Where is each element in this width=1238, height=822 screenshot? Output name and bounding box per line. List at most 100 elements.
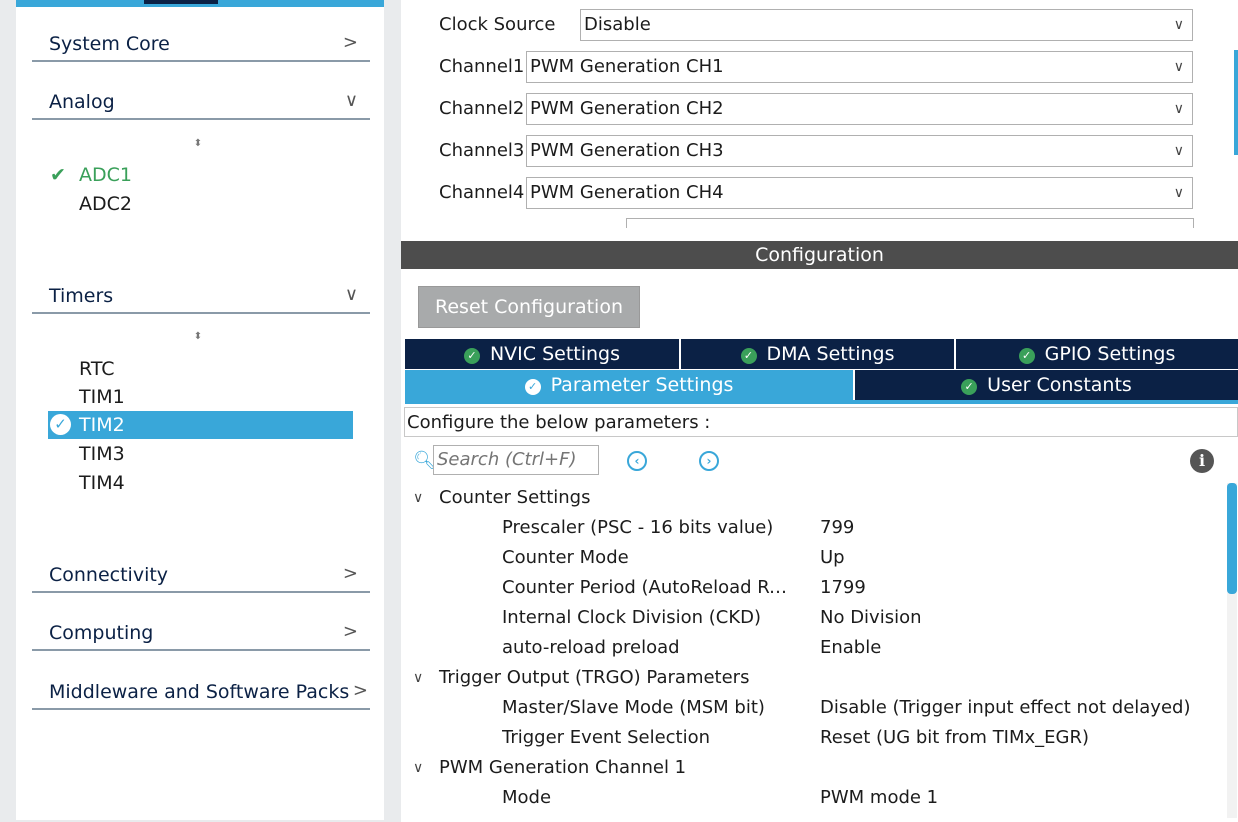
param-value: No Division [820,607,922,628]
peripheral-label: TIM2 [79,414,125,436]
param-row[interactable]: Mode PWM mode 1 [401,783,1221,813]
chevron-down-icon: ∨ [344,284,358,305]
peripheral-item-tim4[interactable]: TIM4 [79,470,125,496]
tab-label: NVIC Settings [489,343,621,365]
chevron-down-icon: ∨ [413,760,424,776]
check-circle-icon: ✓ [463,348,480,364]
param-value: 799 [820,517,855,538]
category-label: Connectivity [49,564,169,586]
param-row[interactable]: Internal Clock Division (CKD) No Divisio… [401,603,1221,633]
param-value: Up [820,547,845,568]
chevron-right-icon: > [342,563,358,584]
left-panel-top-tab[interactable] [144,0,218,4]
configuration-header: Configuration [401,241,1238,269]
param-name: Prescaler (PSC - 16 bits value) [502,517,774,538]
category-middleware[interactable]: Middleware and Software Packs > [32,678,370,710]
category-timers[interactable]: Timers ∨ [32,282,370,314]
clock-source-select[interactable]: Disable ∨ [580,9,1193,41]
category-connectivity[interactable]: Connectivity > [32,561,370,593]
category-label: Analog [49,91,115,113]
peripheral-item-adc1[interactable]: ADC1 [79,162,132,188]
left-panel: System Core > Analog ∨ ⬍ ✔ ADC1 ADC2 Tim… [16,0,384,820]
chevron-right-icon: > [352,680,368,701]
param-value: 1799 [820,577,866,598]
peripheral-item-adc2[interactable]: ADC2 [79,191,132,217]
param-name: Counter Period (AutoReload Regi... [502,577,792,598]
tab-user-constants[interactable]: ✓ User Constants [855,370,1238,400]
tab-underline [405,400,1238,404]
check-circle-icon: ✓ [50,414,71,435]
info-icon[interactable]: i [1190,449,1214,473]
peripheral-item-tim3[interactable]: TIM3 [79,441,125,467]
chevron-down-icon: ∨ [413,490,424,506]
peripheral-item-tim2-selected[interactable]: ✓ TIM2 [48,411,353,439]
param-row[interactable]: Counter Period (AutoReload Regi... 1799 [401,573,1221,603]
category-system-core[interactable]: System Core > [32,30,370,62]
param-row[interactable]: Counter Mode Up [401,543,1221,573]
param-row[interactable]: auto-reload preload Enable [401,633,1221,663]
next-icon[interactable]: › [699,451,719,471]
channel4-label: Channel4 [439,182,525,203]
param-row[interactable]: Prescaler (PSC - 16 bits value) 799 [401,513,1221,543]
peripheral-item-tim1[interactable]: TIM1 [79,384,125,410]
channel1-select[interactable]: PWM Generation CH1 ∨ [526,51,1193,83]
sort-icon[interactable]: ⬍ [191,332,205,351]
tab-label: DMA Settings [766,343,895,365]
check-circle-icon: ✓ [1018,348,1035,364]
chevron-right-icon: > [342,32,358,53]
channel1-label: Channel1 [439,56,525,77]
param-name: Master/Slave Mode (MSM bit) [502,697,765,718]
param-value: Reset (UG bit from TIMx_EGR) [820,727,1090,748]
tab-label: Parameter Settings [550,374,734,396]
category-analog[interactable]: Analog ∨ [32,88,370,120]
chevron-down-icon: ∨ [1173,101,1184,117]
select-value: PWM Generation CH3 [530,140,724,161]
param-row[interactable]: Trigger Event Selection Reset (UG bit fr… [401,723,1221,753]
category-computing[interactable]: Computing > [32,619,370,651]
group-counter-settings[interactable]: ∨ Counter Settings [401,483,1221,513]
group-name: PWM Generation Channel 1 [439,757,687,778]
check-icon: ✔ [50,164,66,186]
search-input[interactable] [433,445,599,475]
chevron-down-icon: ∨ [344,90,358,111]
check-circle-icon: ✓ [961,379,978,395]
param-value: PWM mode 1 [820,787,939,808]
check-circle-icon: ✓ [740,348,757,364]
channel2-label: Channel2 [439,98,525,119]
reset-configuration-button[interactable]: Reset Configuration [418,286,640,328]
tab-dma-settings[interactable]: ✓ DMA Settings [681,339,954,369]
category-label: Timers [49,285,114,307]
select-value: PWM Generation CH4 [530,182,724,203]
param-value: Enable [820,637,882,658]
tab-label: GPIO Settings [1044,343,1176,365]
tab-nvic-settings[interactable]: ✓ NVIC Settings [405,339,679,369]
param-value: Disable (Trigger input effect not delaye… [820,697,1191,718]
tab-parameter-settings[interactable]: ✓ Parameter Settings [405,370,853,400]
channel2-select[interactable]: PWM Generation CH2 ∨ [526,93,1193,125]
param-row[interactable]: Master/Slave Mode (MSM bit) Disable (Tri… [401,693,1221,723]
chevron-right-icon: > [342,621,358,642]
tab-gpio-settings[interactable]: ✓ GPIO Settings [956,339,1238,369]
check-circle-icon: ✓ [524,379,541,395]
channel3-select[interactable]: PWM Generation CH3 ∨ [526,135,1193,167]
category-label: Middleware and Software Packs [49,681,350,703]
group-trigger-output[interactable]: ∨ Trigger Output (TRGO) Parameters [401,663,1221,693]
mode-section: Clock Source Disable ∨ Channel1 PWM Gene… [401,0,1238,228]
panel-splitter[interactable] [387,0,400,822]
channel4-select[interactable]: PWM Generation CH4 ∨ [526,177,1193,209]
sort-icon[interactable]: ⬍ [191,139,205,158]
right-panel: Clock Source Disable ∨ Channel1 PWM Gene… [401,0,1238,822]
left-panel-top-accent [16,0,384,7]
peripheral-item-rtc[interactable]: RTC [79,356,115,382]
channel3-label: Channel3 [439,140,525,161]
previous-icon[interactable]: ‹ [627,451,647,471]
chevron-down-icon: ∨ [1173,143,1184,159]
mode-scrollbar[interactable] [1234,50,1238,155]
select-value: PWM Generation CH2 [530,98,724,119]
select-value: PWM Generation CH1 [530,56,724,77]
partially-visible-select[interactable] [626,218,1194,228]
group-pwm-channel-1[interactable]: ∨ PWM Generation Channel 1 [401,753,1221,783]
parameters-scrollbar[interactable] [1227,483,1237,594]
chevron-down-icon: ∨ [1173,17,1184,33]
category-label: Computing [49,622,154,644]
